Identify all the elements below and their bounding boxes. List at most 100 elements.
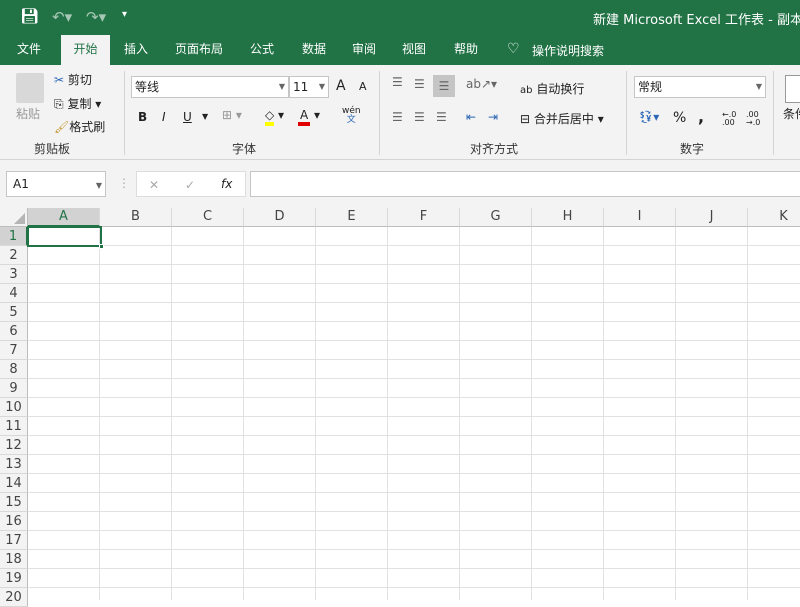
- formula-bar: A1 ▼ ⋮ ✕ ✓ fx: [0, 160, 800, 208]
- save-icon[interactable]: 💾︎: [20, 7, 39, 25]
- column-header[interactable]: C: [172, 208, 244, 227]
- row-header[interactable]: 19: [0, 569, 28, 588]
- tab-file[interactable]: 文件: [8, 35, 50, 65]
- conditional-format-icon[interactable]: [785, 75, 800, 103]
- align-middle-button[interactable]: ☰: [414, 77, 425, 91]
- wrap-text-button[interactable]: ab 自动换行: [520, 80, 584, 97]
- formula-buttons: ✕ ✓ fx: [136, 171, 246, 197]
- cut-button[interactable]: ✂ 剪切: [54, 71, 92, 88]
- percent-button[interactable]: %: [673, 110, 686, 126]
- row-header[interactable]: 16: [0, 512, 28, 531]
- column-header[interactable]: B: [100, 208, 172, 227]
- increase-decimal-button[interactable]: ←.0 .00: [722, 111, 740, 127]
- align-top-button[interactable]: ☰: [392, 75, 403, 89]
- window-title: 新建 Microsoft Excel 工作表 - 副本.xl: [593, 13, 800, 28]
- phonetic-button[interactable]: wén 文: [342, 107, 361, 125]
- tab-formulas[interactable]: 公式: [242, 35, 282, 65]
- cell-grid[interactable]: [28, 227, 800, 600]
- row-header[interactable]: 18: [0, 550, 28, 569]
- cancel-button[interactable]: ✕: [149, 175, 159, 195]
- title-bar: 💾︎ ↶▾ ↷▾ ▾ 新建 Microsoft Excel 工作表 - 副本.x…: [0, 0, 800, 35]
- fill-handle[interactable]: [99, 244, 104, 249]
- underline-button[interactable]: U: [183, 110, 192, 124]
- row-header[interactable]: 15: [0, 493, 28, 512]
- alignment-group-label: 对齐方式: [470, 142, 519, 156]
- tab-insert[interactable]: 插入: [116, 35, 156, 65]
- redo-icon[interactable]: ↷▾: [86, 8, 106, 26]
- paste-button[interactable]: 粘贴: [16, 105, 40, 122]
- customize-qat-icon[interactable]: ▾: [122, 9, 127, 20]
- enter-button[interactable]: ✓: [185, 175, 195, 195]
- column-header[interactable]: H: [532, 208, 604, 227]
- row-header[interactable]: 12: [0, 436, 28, 455]
- row-header[interactable]: 14: [0, 474, 28, 493]
- conditional-format-button[interactable]: 条件: [783, 105, 800, 122]
- ribbon: 粘贴 ✂ 剪切 ⎘ 复制 ▾ 🖌︎格式刷 剪贴板 等线 ▼ 11 ▼ A A B I…: [0, 65, 800, 160]
- scissors-icon: ✂: [54, 73, 65, 87]
- border-button[interactable]: ⊞ ▾: [222, 108, 242, 122]
- column-header[interactable]: I: [604, 208, 676, 227]
- row-header[interactable]: 9: [0, 379, 28, 398]
- lightbulb-icon: ♡: [507, 41, 520, 57]
- column-header[interactable]: G: [460, 208, 532, 227]
- format-painter-button[interactable]: 🖌︎格式刷: [54, 118, 105, 135]
- row-header[interactable]: 6: [0, 322, 28, 341]
- row-header[interactable]: 2: [0, 246, 28, 265]
- increase-indent-button[interactable]: ⇥: [488, 110, 498, 124]
- grow-font-button[interactable]: A: [336, 78, 346, 94]
- align-bottom-button[interactable]: ☰: [433, 75, 455, 97]
- decrease-indent-button[interactable]: ⇤: [466, 110, 476, 124]
- align-left-button[interactable]: ☰: [392, 110, 403, 124]
- tab-view[interactable]: 视图: [394, 35, 434, 65]
- tab-data[interactable]: 数据: [294, 35, 334, 65]
- merge-center-button[interactable]: ⊟ 合并后居中 ▾: [520, 110, 604, 127]
- active-cell-a1[interactable]: [27, 226, 104, 249]
- tab-home[interactable]: 开始: [61, 35, 110, 65]
- tab-review[interactable]: 审阅: [344, 35, 384, 65]
- paste-icon[interactable]: [16, 73, 44, 103]
- row-header[interactable]: 5: [0, 303, 28, 322]
- row-header[interactable]: 7: [0, 341, 28, 360]
- row-header[interactable]: 1: [0, 227, 28, 246]
- number-group-label: 数字: [680, 142, 705, 156]
- accounting-format-button[interactable]: 💱︎▾: [638, 110, 659, 124]
- underline-dropdown[interactable]: ▼: [202, 112, 208, 121]
- copy-button[interactable]: ⎘ 复制 ▾: [54, 95, 101, 112]
- select-all-button[interactable]: [0, 208, 28, 227]
- row-header[interactable]: 17: [0, 531, 28, 550]
- tell-me-search[interactable]: 操作说明搜索: [532, 42, 604, 59]
- row-header[interactable]: 8: [0, 360, 28, 379]
- row-header[interactable]: 3: [0, 265, 28, 284]
- row-header[interactable]: 20: [0, 588, 28, 607]
- align-right-button[interactable]: ☰: [436, 110, 447, 124]
- formula-input[interactable]: [250, 171, 800, 197]
- name-box[interactable]: A1 ▼: [6, 171, 106, 197]
- row-header[interactable]: 11: [0, 417, 28, 436]
- row-header[interactable]: 4: [0, 284, 28, 303]
- font-size-select[interactable]: 11 ▼: [289, 76, 329, 98]
- shrink-font-button[interactable]: A: [359, 80, 367, 93]
- column-header[interactable]: F: [388, 208, 460, 227]
- column-header[interactable]: K: [748, 208, 800, 227]
- row-header[interactable]: 10: [0, 398, 28, 417]
- column-header[interactable]: A: [28, 208, 100, 227]
- italic-button[interactable]: I: [162, 110, 166, 124]
- font-name-select[interactable]: 等线 ▼: [131, 76, 289, 98]
- column-header[interactable]: E: [316, 208, 388, 227]
- number-format-select[interactable]: 常规 ▼: [634, 76, 766, 98]
- undo-icon[interactable]: ↶▾: [52, 8, 72, 26]
- tab-help[interactable]: 帮助: [446, 35, 486, 65]
- bold-button[interactable]: B: [138, 110, 147, 124]
- orientation-button[interactable]: ab↗▾: [466, 77, 497, 91]
- font-color-button[interactable]: A ▾: [298, 108, 320, 126]
- tab-page-layout[interactable]: 页面布局: [168, 35, 230, 65]
- comma-button[interactable]: ,: [698, 107, 704, 126]
- column-header[interactable]: J: [676, 208, 748, 227]
- column-header[interactable]: D: [244, 208, 316, 227]
- row-header[interactable]: 13: [0, 455, 28, 474]
- copy-icon: ⎘: [54, 97, 64, 111]
- fill-color-button[interactable]: ◇ ▾: [265, 108, 284, 126]
- decrease-decimal-button[interactable]: .00 →.0: [746, 111, 764, 127]
- align-center-button[interactable]: ☰: [414, 110, 425, 124]
- insert-function-button[interactable]: fx: [221, 174, 232, 194]
